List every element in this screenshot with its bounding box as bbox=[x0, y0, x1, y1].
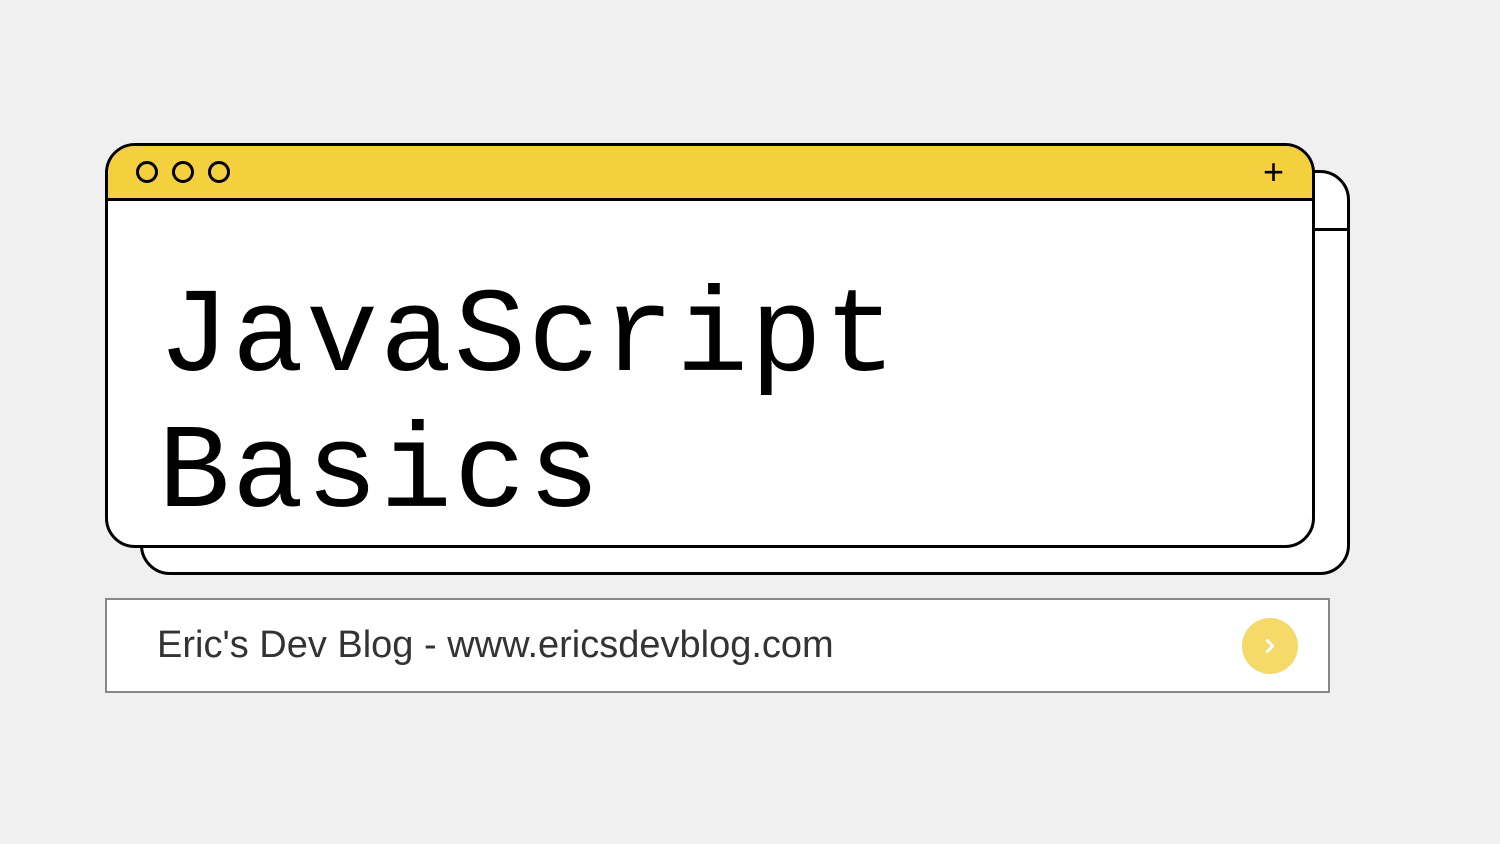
traffic-lights bbox=[136, 161, 230, 183]
chevron-right-icon bbox=[1259, 635, 1281, 657]
address-text: Eric's Dev Blog - www.ericsdevblog.com bbox=[157, 624, 834, 667]
minimize-icon[interactable] bbox=[172, 161, 194, 183]
plus-icon[interactable]: + bbox=[1263, 154, 1284, 190]
go-button[interactable] bbox=[1242, 618, 1298, 674]
address-bar[interactable]: Eric's Dev Blog - www.ericsdevblog.com bbox=[105, 598, 1330, 693]
maximize-icon[interactable] bbox=[208, 161, 230, 183]
title-bar: + bbox=[108, 146, 1312, 201]
page-heading: JavaScript Basics bbox=[108, 201, 1312, 548]
close-icon[interactable] bbox=[136, 161, 158, 183]
foreground-window: + JavaScript Basics bbox=[105, 143, 1315, 548]
